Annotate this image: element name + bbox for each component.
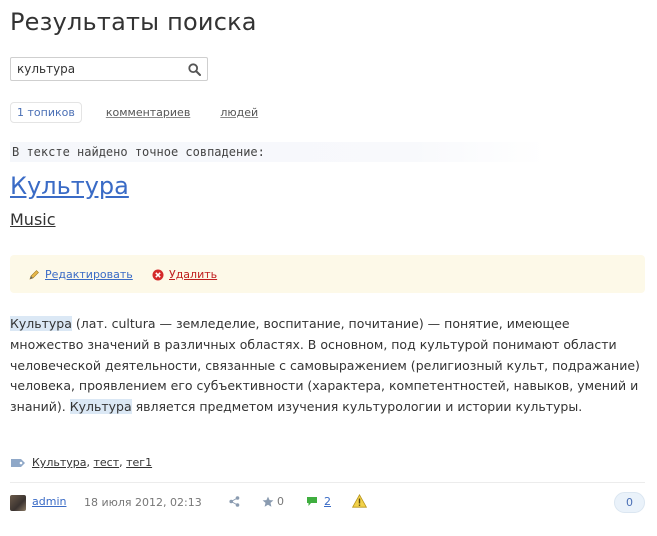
comment-icon [307, 497, 317, 506]
highlighted-match: Культура [69, 399, 132, 415]
edit-label: Редактировать [45, 268, 133, 281]
tag-separator: , [119, 456, 127, 469]
comments-link[interactable]: 2 [306, 495, 331, 508]
topic-title-link[interactable]: Культура [10, 172, 129, 200]
search-box [10, 57, 208, 81]
author-link[interactable]: admin [32, 495, 66, 508]
topic-tags: Культура, тест, тег1 [10, 456, 152, 469]
topic-text-part: является предметом изучения культурологи… [131, 399, 583, 415]
divider [10, 482, 645, 483]
topic-text: Культура (лат. cultura — земледелие, вос… [10, 314, 640, 418]
tab-comments[interactable]: комментариев [100, 103, 196, 122]
tag-link[interactable]: тег1 [126, 456, 152, 469]
pencil-icon [29, 269, 39, 279]
page-title: Результаты поиска [10, 8, 257, 36]
topic-footer: admin 18 июля 2012, 02:13 0 2 0 [10, 492, 645, 516]
tag-separator: , [86, 456, 94, 469]
search-input[interactable] [17, 61, 182, 77]
star-icon [262, 496, 274, 507]
topic-actions-panel: Редактировать Удалить [10, 255, 645, 293]
favourite-count: 0 [277, 495, 284, 508]
highlighted-match: Культура [10, 316, 72, 331]
delete-label: Удалить [169, 268, 218, 281]
tag-icon [11, 458, 25, 467]
warning-icon[interactable] [352, 494, 367, 508]
rating-badge[interactable]: 0 [614, 492, 645, 513]
delete-button[interactable]: Удалить [152, 268, 217, 281]
blog-link[interactable]: Music [10, 210, 56, 229]
tag-link[interactable]: Культура [32, 456, 86, 469]
tab-topics[interactable]: 1 топиков [10, 102, 82, 123]
comments-count: 2 [324, 495, 331, 508]
avatar[interactable] [10, 495, 26, 511]
search-tabs: 1 топиков комментариев людей [10, 102, 282, 123]
match-notice: В тексте найдено точное совпадение: [10, 142, 546, 162]
tab-people[interactable]: людей [214, 103, 264, 122]
delete-icon [152, 269, 164, 280]
topic-date: 18 июля 2012, 02:13 [84, 496, 202, 509]
tag-link[interactable]: тест [93, 456, 119, 469]
favourite-button[interactable]: 0 [262, 495, 284, 508]
edit-button[interactable]: Редактировать [28, 268, 133, 281]
share-icon[interactable] [229, 496, 240, 507]
search-icon[interactable] [188, 63, 201, 76]
